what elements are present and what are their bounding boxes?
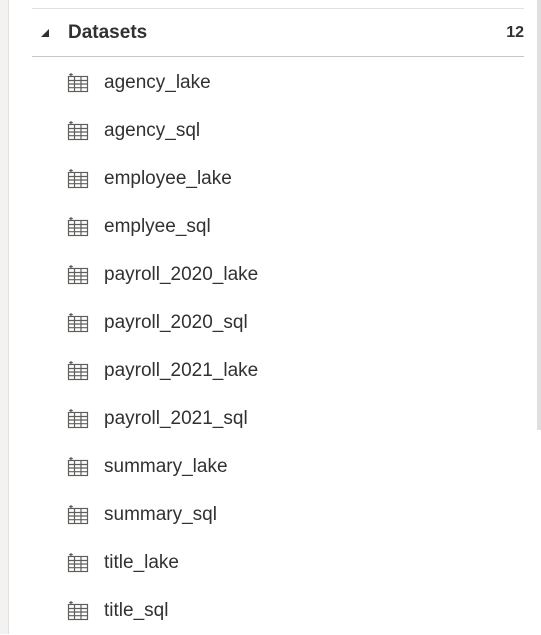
table-icon	[66, 119, 90, 143]
datasets-section-header[interactable]: Datasets 12	[32, 10, 524, 57]
dataset-label: emplyee_sql	[104, 216, 211, 237]
table-icon	[66, 551, 90, 575]
dataset-item-payroll-2020-sql[interactable]: payroll_2020_sql	[66, 299, 524, 347]
left-panel-edge	[0, 0, 9, 634]
dataset-label: payroll_2021_sql	[104, 408, 248, 429]
dataset-item-title-lake[interactable]: title_lake	[66, 539, 524, 587]
dataset-label: payroll_2021_lake	[104, 360, 259, 381]
dataset-item-payroll-2021-sql[interactable]: payroll_2021_sql	[66, 395, 524, 443]
table-icon	[66, 455, 90, 479]
table-icon	[66, 503, 90, 527]
dataset-label: summary_sql	[104, 504, 217, 525]
table-icon	[66, 599, 90, 623]
divider	[32, 8, 524, 9]
table-icon	[66, 359, 90, 383]
dataset-label: title_sql	[104, 600, 169, 621]
section-title: Datasets	[68, 22, 148, 43]
dataset-item-summary-lake[interactable]: summary_lake	[66, 443, 524, 491]
table-icon	[66, 167, 90, 191]
table-icon	[66, 263, 90, 287]
dataset-item-payroll-2021-lake[interactable]: payroll_2021_lake	[66, 347, 524, 395]
section-count: 12	[506, 24, 524, 41]
dataset-item-summary-sql[interactable]: summary_sql	[66, 491, 524, 539]
table-icon	[66, 407, 90, 431]
dataset-label: payroll_2020_sql	[104, 312, 248, 333]
scrollbar[interactable]	[537, 0, 541, 634]
dataset-label: employee_lake	[104, 168, 232, 189]
dataset-label: payroll_2020_lake	[104, 264, 259, 285]
dataset-item-agency-lake[interactable]: agency_lake	[66, 59, 524, 107]
table-icon	[66, 311, 90, 335]
dataset-item-emplyee-sql[interactable]: emplyee_sql	[66, 203, 524, 251]
dataset-label: title_lake	[104, 552, 179, 573]
dataset-label: agency_sql	[104, 120, 201, 141]
dataset-item-payroll-2020-lake[interactable]: payroll_2020_lake	[66, 251, 524, 299]
dataset-label: agency_lake	[104, 72, 211, 93]
table-icon	[66, 215, 90, 239]
scrollbar-thumb[interactable]	[537, 0, 541, 430]
dataset-item-agency-sql[interactable]: agency_sql	[66, 107, 524, 155]
dataset-label: summary_lake	[104, 456, 228, 477]
table-icon	[66, 71, 90, 95]
dataset-item-employee-lake[interactable]: employee_lake	[66, 155, 524, 203]
caret-down-icon[interactable]	[38, 26, 52, 40]
dataset-item-title-sql[interactable]: title_sql	[66, 587, 524, 635]
dataset-list: agency_lake agency_sql employee_lake emp…	[66, 59, 524, 635]
